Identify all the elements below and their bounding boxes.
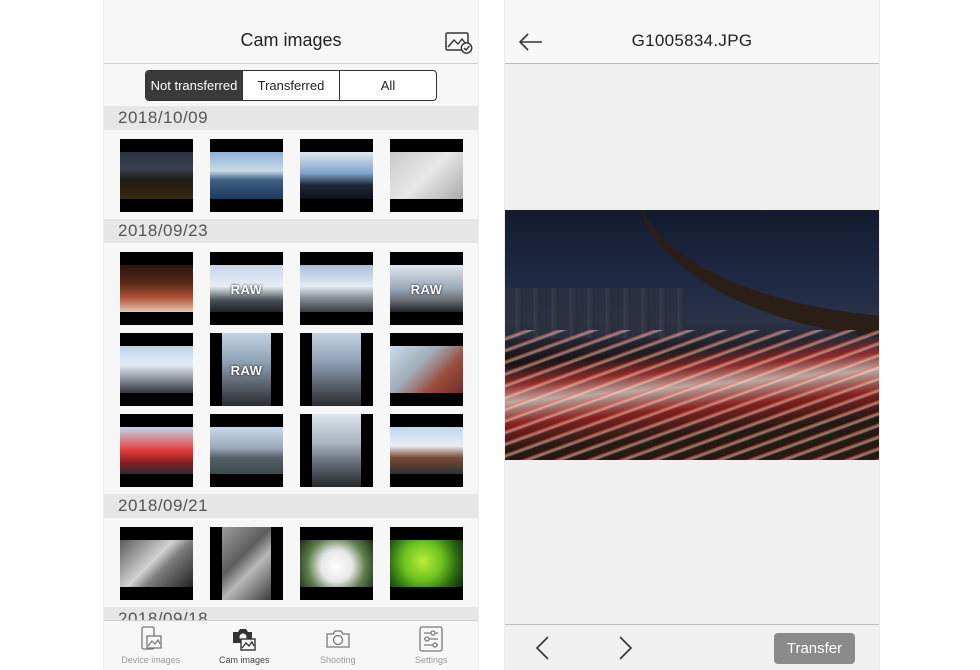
photo-thumbnail[interactable]: [300, 252, 373, 325]
tab-cam-images[interactable]: Cam images: [198, 621, 292, 670]
filter-transferred[interactable]: Transferred: [243, 71, 340, 100]
photo-thumbnail[interactable]: [120, 527, 193, 600]
tab-label: Shooting: [319, 655, 356, 665]
image-check-icon[interactable]: [445, 32, 473, 54]
thumbnail-image: [300, 152, 373, 199]
photo-thumbnail[interactable]: RAW: [390, 252, 463, 325]
thumbnail-image: [312, 414, 361, 487]
photo-thumbnail[interactable]: [210, 527, 283, 600]
thumbnail-image: [120, 346, 193, 393]
date-header: 2018/10/09: [104, 106, 478, 130]
thumbnail-image: [390, 427, 463, 474]
thumbnail-image: [120, 427, 193, 474]
thumbnail-image: [210, 152, 283, 199]
tab-bar: Device images Cam images Shooting Settin…: [104, 620, 478, 670]
tab-label: Device images: [121, 655, 181, 665]
thumbnail-grid: [104, 518, 478, 607]
photo-thumbnail[interactable]: [390, 333, 463, 406]
transfer-filter: Not transferred Transferred All: [145, 70, 437, 101]
photo-thumbnail[interactable]: [390, 139, 463, 212]
thumbnail-image: [390, 540, 463, 587]
phone-gallery-icon: [141, 626, 162, 650]
date-header: 2018/09/18: [104, 607, 478, 620]
filter-all[interactable]: All: [340, 71, 436, 100]
thumbnail-image: [222, 527, 271, 600]
thumbnail-grid: RAW RAW RAW: [104, 243, 478, 494]
tab-device-images[interactable]: Device images: [104, 621, 198, 670]
page-title: Cam images: [240, 30, 342, 50]
photo-thumbnail[interactable]: [210, 414, 283, 487]
tab-shooting[interactable]: Shooting: [291, 621, 385, 670]
photo-thumbnail[interactable]: [300, 139, 373, 212]
thumbnail-image: [390, 346, 463, 393]
thumbnail-image: [300, 265, 373, 312]
thumbnail-image: [312, 333, 361, 406]
cam-images-screen: Cam images Not transferred Transferred A…: [103, 0, 479, 670]
screenshot-stage: Cam images Not transferred Transferred A…: [0, 0, 980, 670]
date-header: 2018/09/21: [104, 494, 478, 518]
chevron-right-icon[interactable]: [615, 635, 635, 661]
tab-label: Cam images: [218, 655, 270, 665]
raw-badge: RAW: [230, 363, 263, 378]
thumbnail-image: [300, 540, 373, 587]
photo-thumbnail[interactable]: [210, 139, 283, 212]
preview-light-trails: [505, 330, 879, 460]
camera-gallery-icon: [233, 629, 256, 651]
date-header: 2018/09/23: [104, 219, 478, 243]
tab-settings[interactable]: Settings: [385, 621, 479, 670]
photo-thumbnail[interactable]: [390, 527, 463, 600]
thumbnail-image: [120, 540, 193, 587]
thumbnail-image: [210, 427, 283, 474]
photo-thumbnail[interactable]: [300, 414, 373, 487]
photo-thumbnail[interactable]: RAW: [210, 333, 283, 406]
thumbnail-image: [120, 265, 193, 312]
photo-thumbnail[interactable]: [120, 414, 193, 487]
photo-thumbnail[interactable]: [120, 333, 193, 406]
raw-badge: RAW: [230, 282, 263, 297]
raw-badge: RAW: [410, 282, 443, 297]
photo-thumbnail[interactable]: [120, 252, 193, 325]
photo-thumbnail[interactable]: [390, 414, 463, 487]
header-bar: G1005834.JPG: [505, 0, 879, 64]
thumbnail-image: [390, 152, 463, 199]
camera-icon: [326, 630, 350, 648]
bottom-toolbar: Transfer: [505, 624, 879, 670]
thumbnail-grid: [104, 130, 478, 219]
image-preview[interactable]: [505, 210, 879, 460]
image-detail-screen: G1005834.JPG Transfer: [504, 0, 880, 670]
photo-thumbnail[interactable]: [300, 527, 373, 600]
thumbnail-image: [120, 152, 193, 199]
chevron-left-icon[interactable]: [533, 635, 553, 661]
header-bar: Cam images: [104, 0, 478, 64]
tab-label: Settings: [414, 655, 448, 665]
photo-thumbnail[interactable]: [120, 139, 193, 212]
photo-thumbnail[interactable]: [300, 333, 373, 406]
filter-not-transferred[interactable]: Not transferred: [146, 71, 243, 100]
file-name-title: G1005834.JPG: [631, 31, 753, 50]
photo-thumbnail[interactable]: RAW: [210, 252, 283, 325]
image-gallery[interactable]: 2018/10/09 2018/09/23 RAW RAW RAW 2018/09/21 2…: [104, 106, 478, 620]
sliders-icon: [419, 626, 443, 652]
transfer-button[interactable]: Transfer: [774, 633, 855, 664]
